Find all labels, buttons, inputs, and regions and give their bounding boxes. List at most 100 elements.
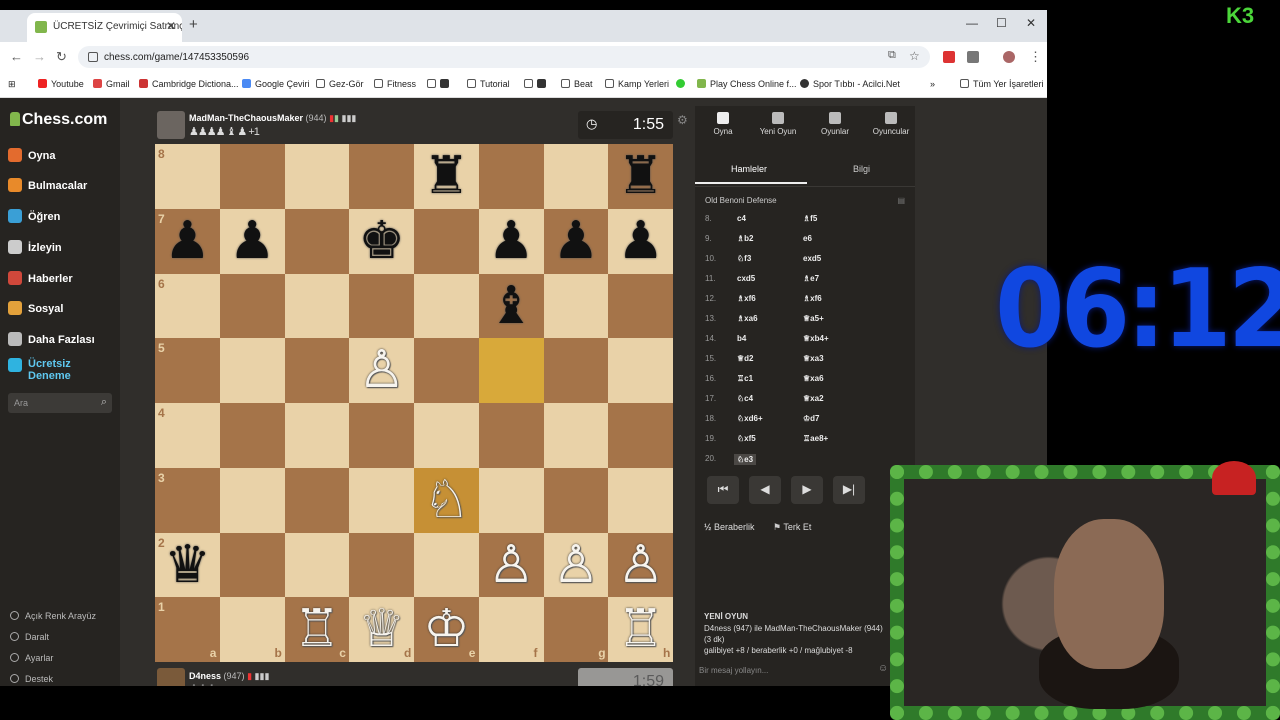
bookmark-folder-gez-gor[interactable]: Gez-Gör — [316, 79, 364, 89]
move-black[interactable]: ♕xa6 — [803, 374, 824, 383]
tab-play[interactable]: Oyna — [695, 112, 751, 136]
bookmark-folder-tutorial[interactable]: Tutorial — [467, 79, 510, 89]
bookmark-folder-beat[interactable]: Beat — [561, 79, 593, 89]
prev-move-button[interactable]: ◀ — [749, 476, 781, 504]
browser-tab[interactable]: ÜCRETSİZ Çevrimiçi Satranç Oy ✕ — [27, 13, 182, 42]
piece-b7[interactable]: ♟ — [220, 209, 285, 274]
piece-h1[interactable]: ♖ — [608, 597, 673, 662]
square-h5[interactable] — [608, 338, 673, 403]
piece-h7[interactable]: ♟ — [608, 209, 673, 274]
piece-a2[interactable]: ♛ — [155, 533, 220, 598]
square-c8[interactable] — [284, 144, 350, 209]
support-link[interactable]: Destek — [10, 674, 53, 684]
square-b4[interactable] — [219, 403, 285, 468]
close-tab-icon[interactable]: ✕ — [166, 19, 176, 33]
bottom-player-name[interactable]: D4ness (947) ▮ ▮▮▮ — [189, 671, 269, 682]
bookmark-folder-music[interactable] — [427, 79, 453, 89]
site-info-icon[interactable] — [88, 52, 98, 62]
search-icon[interactable]: ⌕ — [101, 396, 107, 409]
nav-more[interactable]: Daha Fazlası — [8, 332, 95, 346]
next-move-button[interactable]: ▶ — [791, 476, 823, 504]
all-bookmarks[interactable]: Tüm Yer İşaretleri — [960, 79, 1044, 89]
install-icon[interactable]: ⧉ — [888, 49, 896, 62]
new-tab-button[interactable]: + — [189, 16, 198, 33]
square-e5[interactable] — [414, 338, 479, 403]
bookmark-folder-misc[interactable] — [524, 79, 550, 89]
square-b8[interactable] — [219, 144, 285, 209]
emoji-icon[interactable]: ☺ — [878, 663, 888, 674]
square-b6[interactable] — [219, 273, 285, 339]
move-black[interactable]: ♕xa2 — [803, 394, 824, 403]
extension-icon[interactable] — [943, 51, 955, 63]
piece-a7[interactable]: ♟ — [155, 209, 220, 274]
bookmark-folder-fitness[interactable]: Fitness — [374, 79, 416, 89]
piece-d5[interactable]: ♙ — [349, 338, 414, 403]
tab-moves[interactable]: Hamleler — [731, 164, 767, 174]
square-e4[interactable] — [414, 403, 479, 468]
tab-new-game[interactable]: Yeni Oyun — [750, 112, 806, 136]
nav-learn[interactable]: Öğren — [8, 209, 60, 223]
profile-icon[interactable] — [1003, 51, 1015, 63]
minimize-icon[interactable]: — — [966, 16, 978, 30]
piece-e3[interactable]: ♘ — [414, 468, 479, 533]
move-white[interactable]: ♗b2 — [737, 234, 754, 243]
nav-watch[interactable]: İzleyin — [8, 240, 62, 254]
chess-board[interactable]: 8 7 6 5 4 3 2 1 a b c d e f g h ♜ ♜ ♟ ♟ ♚ ♟ ♟ ♟ ♝ ♙ ♘ ♛ ♙ ♙ ♙ ♖ ♕ ♔ ♖ — [155, 144, 673, 662]
move-black[interactable]: ♗f5 — [803, 214, 817, 223]
move-white[interactable]: c4 — [737, 214, 746, 223]
first-move-button[interactable]: ⏮ — [707, 476, 739, 504]
square-f8[interactable] — [478, 144, 544, 209]
move-white[interactable]: ♘e3 — [734, 454, 757, 465]
move-black[interactable]: ♕a5+ — [803, 314, 824, 323]
search-input[interactable]: Ara ⌕ — [8, 393, 112, 413]
square-f4[interactable] — [478, 403, 544, 468]
nav-social[interactable]: Sosyal — [8, 301, 63, 315]
move-black[interactable]: ♕xa3 — [803, 354, 824, 363]
square-b5[interactable] — [219, 338, 285, 403]
move-white[interactable]: ♗xa6 — [737, 314, 758, 323]
apps-icon[interactable]: ⊞ — [8, 79, 16, 90]
move-white[interactable]: ♗xf6 — [737, 294, 756, 303]
piece-d1[interactable]: ♕ — [349, 597, 414, 662]
square-h3[interactable] — [608, 467, 673, 533]
piece-f2[interactable]: ♙ — [479, 533, 544, 598]
last-move-button[interactable]: ▶| — [833, 476, 865, 504]
move-white[interactable]: ♘f3 — [737, 254, 751, 263]
back-icon[interactable]: ← — [10, 49, 23, 64]
bookmark-gmail[interactable]: Gmail — [93, 79, 130, 89]
nav-play[interactable]: Oyna — [8, 148, 56, 162]
square-d2[interactable] — [349, 532, 414, 598]
move-white[interactable]: ♘xd6+ — [737, 414, 763, 423]
square-c2[interactable] — [284, 532, 350, 598]
move-black[interactable]: ♔d7 — [803, 414, 820, 423]
square-b3[interactable] — [219, 467, 285, 533]
piece-c1[interactable]: ♖ — [285, 597, 350, 662]
bookmark-spor-tibbi[interactable]: Spor Tıbbı - Acilci.Net — [800, 79, 900, 89]
square-c4[interactable] — [284, 403, 350, 468]
square-c5[interactable] — [284, 338, 350, 403]
piece-f7[interactable]: ♟ — [479, 209, 544, 274]
square-g4[interactable] — [543, 403, 609, 468]
tab-info[interactable]: Bilgi — [853, 164, 870, 174]
square-d6[interactable] — [349, 273, 414, 339]
light-theme-toggle[interactable]: Açık Renk Arayüz — [10, 611, 96, 621]
move-black[interactable]: ♗xf6 — [803, 294, 822, 303]
bookmark-play-chess[interactable]: Play Chess Online f... — [697, 79, 797, 89]
move-white[interactable]: ♖c1 — [737, 374, 753, 383]
piece-g2[interactable]: ♙ — [544, 533, 609, 598]
move-black[interactable]: ♗e7 — [803, 274, 819, 283]
settings-link[interactable]: Ayarlar — [10, 653, 53, 663]
square-c7[interactable] — [284, 208, 350, 274]
top-player-name[interactable]: MadMan-TheChaousMaker (944) ▮▮ ▮▮▮ — [189, 113, 356, 124]
bookmark-google-translate[interactable]: Google Çeviri — [242, 79, 310, 89]
square-d8[interactable] — [349, 144, 414, 209]
book-icon[interactable]: ▤ — [897, 196, 905, 205]
bookmark-cambridge[interactable]: Cambridge Dictiona... — [139, 79, 239, 89]
menu-icon[interactable]: ⋮ — [1029, 49, 1042, 65]
close-window-icon[interactable]: ✕ — [1026, 16, 1036, 30]
nav-puzzles[interactable]: Bulmacalar — [8, 178, 87, 192]
more-bookmarks-icon[interactable]: » — [930, 79, 935, 89]
move-black[interactable]: exd5 — [803, 254, 821, 263]
puzzle-icon[interactable] — [967, 51, 979, 63]
collapse-button[interactable]: Daralt — [10, 632, 49, 642]
